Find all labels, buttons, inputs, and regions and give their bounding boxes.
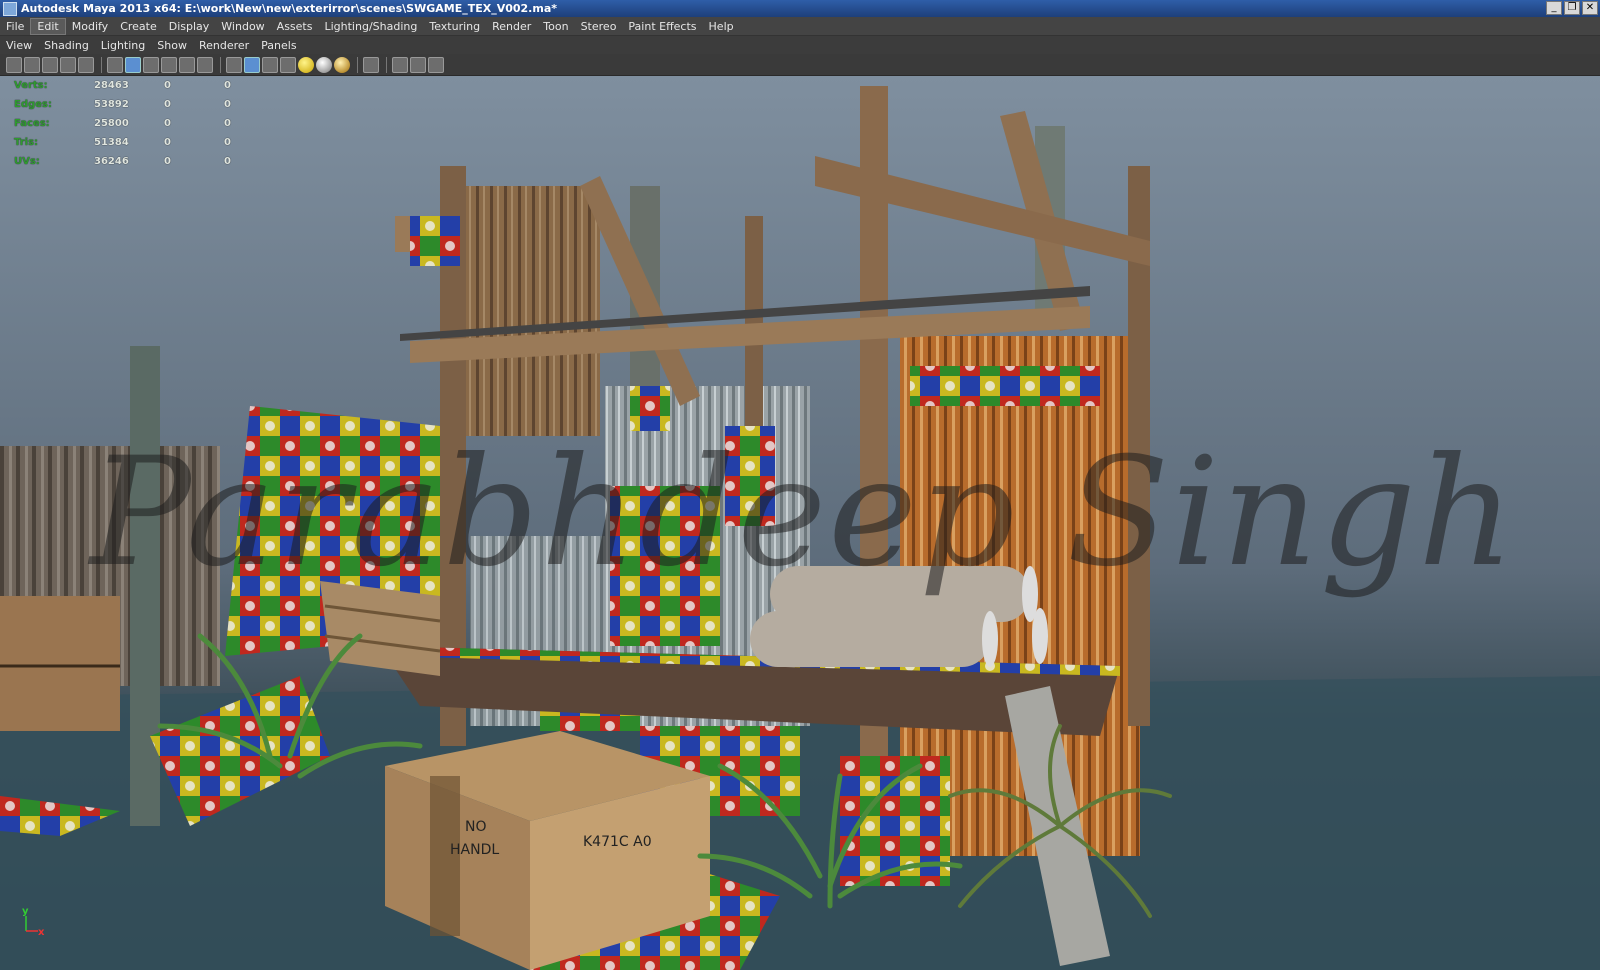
panel-menu-renderer[interactable]: Renderer: [193, 37, 255, 54]
hud-selected: 0: [164, 99, 171, 110]
3d-viewport[interactable]: NO HANDL K471C A0 y x Verts: 28463 0 0 E…: [0, 76, 1600, 970]
menu-paint-effects[interactable]: Paint Effects: [622, 18, 702, 35]
hud-row-uvs: UVs: 36246 0 0: [14, 152, 284, 171]
smooth-shade-icon[interactable]: [125, 56, 141, 73]
panel-menu-panels[interactable]: Panels: [255, 37, 302, 54]
default-light-icon[interactable]: [298, 56, 314, 73]
maya-app-icon: [3, 1, 17, 16]
wireframe-on-shaded-icon[interactable]: [143, 56, 159, 73]
menu-create[interactable]: Create: [114, 18, 163, 35]
hud-label: UVs:: [14, 156, 40, 167]
menu-render[interactable]: Render: [486, 18, 537, 35]
box-label-handle: HANDL: [450, 842, 499, 858]
high-quality-icon[interactable]: [316, 56, 332, 73]
menu-modify[interactable]: Modify: [66, 18, 114, 35]
bookmark-icon[interactable]: [42, 56, 58, 73]
hud-selected: 0: [164, 156, 171, 167]
title-bar: Autodesk Maya 2013 x64: E:\work\New\new\…: [0, 0, 1600, 17]
menu-help[interactable]: Help: [703, 18, 740, 35]
use-all-lights-icon[interactable]: [179, 56, 195, 73]
main-menu-bar: File Edit Modify Create Display Window A…: [0, 17, 1600, 36]
panel-menu-show[interactable]: Show: [151, 37, 193, 54]
hud-value: 53892: [94, 99, 129, 110]
hud-label: Tris:: [14, 137, 39, 148]
box-code: K471C A0: [583, 834, 652, 850]
hud-row-tris: Tris: 51384 0 0: [14, 133, 284, 152]
hud-selected: 0: [164, 137, 171, 148]
hud-label: Verts:: [14, 80, 48, 91]
hud-component: 0: [224, 80, 231, 91]
xray-icon[interactable]: [226, 56, 242, 73]
menu-toon[interactable]: Toon: [537, 18, 574, 35]
hud-value: 36246: [94, 156, 129, 167]
menu-file[interactable]: File: [0, 18, 30, 35]
menu-stereo[interactable]: Stereo: [575, 18, 623, 35]
isolate-icon[interactable]: [244, 56, 260, 73]
hud-label: Faces:: [14, 118, 50, 129]
textured-icon[interactable]: [161, 56, 177, 73]
panel-menu-bar: View Shading Lighting Show Renderer Pane…: [0, 36, 1600, 54]
toolbar-separator: [357, 56, 358, 73]
image-plane-icon[interactable]: [60, 56, 76, 73]
hud-row-edges: Edges: 53892 0 0: [14, 95, 284, 114]
box-label-no: NO: [465, 819, 487, 835]
panel-menu-shading[interactable]: Shading: [38, 37, 95, 54]
wireframe-icon[interactable]: [107, 56, 123, 73]
menu-window[interactable]: Window: [215, 18, 270, 35]
panel-menu-lighting[interactable]: Lighting: [95, 37, 151, 54]
window-controls: _ ❐ ✕: [1546, 1, 1598, 15]
menu-edit[interactable]: Edit: [30, 17, 66, 35]
two-cubes-icon[interactable]: [410, 56, 426, 73]
hud-selected: 0: [164, 118, 171, 129]
menu-display[interactable]: Display: [163, 18, 216, 35]
minimize-button[interactable]: _: [1546, 1, 1562, 15]
camera-icon[interactable]: [6, 56, 22, 73]
toolbar-separator: [101, 56, 102, 73]
hud-component: 0: [224, 99, 231, 110]
watermark-text: Parabhdeep Singh: [90, 426, 1517, 600]
grid-icon[interactable]: [78, 56, 94, 73]
field-chart-icon[interactable]: [280, 56, 296, 73]
share-icon[interactable]: [428, 56, 444, 73]
menu-lighting-shading[interactable]: Lighting/Shading: [318, 18, 423, 35]
hud-row-verts: Verts: 28463 0 0: [14, 76, 284, 95]
hud-label: Edges:: [14, 99, 52, 110]
hud-row-faces: Faces: 25800 0 0: [14, 114, 284, 133]
panel-toolbar: [0, 54, 1600, 76]
hud-component: 0: [224, 118, 231, 129]
axis-y-label: y: [22, 906, 29, 917]
poly-count-hud: Verts: 28463 0 0 Edges: 53892 0 0 Faces:…: [14, 76, 284, 171]
window-title: Autodesk Maya 2013 x64: E:\work\New\new\…: [21, 2, 557, 15]
hud-component: 0: [224, 156, 231, 167]
cube-view-icon[interactable]: [392, 56, 408, 73]
hud-selected: 0: [164, 80, 171, 91]
menu-texturing[interactable]: Texturing: [423, 18, 486, 35]
close-button[interactable]: ✕: [1582, 1, 1598, 15]
shadows-icon[interactable]: [197, 56, 213, 73]
select-camera-icon[interactable]: [363, 56, 379, 73]
toolbar-separator: [386, 56, 387, 73]
hud-value: 25800: [94, 118, 129, 129]
hud-component: 0: [224, 137, 231, 148]
hud-value: 51384: [94, 137, 129, 148]
toolbar-separator: [220, 56, 221, 73]
restore-button[interactable]: ❐: [1564, 1, 1580, 15]
ambient-occlusion-icon[interactable]: [334, 56, 350, 73]
camera-attributes-icon[interactable]: [24, 56, 40, 73]
axis-x-label: x: [38, 927, 45, 938]
panel-menu-view[interactable]: View: [0, 37, 38, 54]
resolution-gate-icon[interactable]: [262, 56, 278, 73]
menu-assets[interactable]: Assets: [271, 18, 319, 35]
hud-value: 28463: [94, 80, 129, 91]
